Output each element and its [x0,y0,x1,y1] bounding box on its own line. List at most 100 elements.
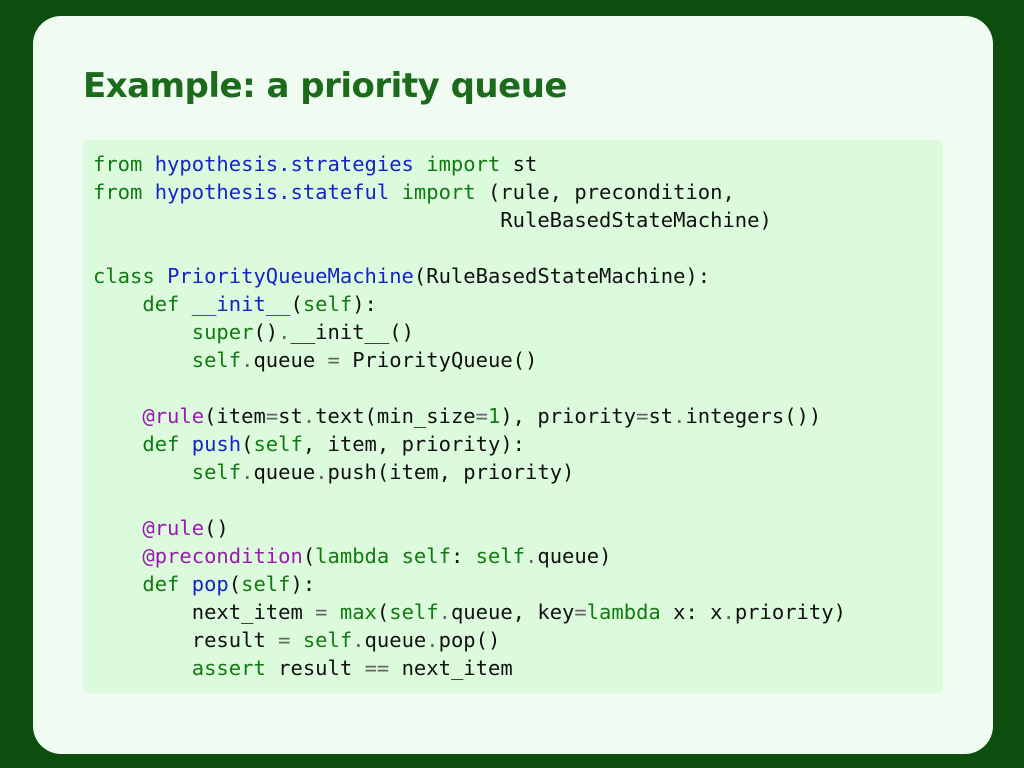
code-token: = [265,404,279,428]
code-line: def push(self, item, priority): [93,430,943,458]
code-token: import [426,152,501,176]
code-token: ( [290,292,303,316]
code-token: . [241,348,254,372]
code-token: queue) [537,544,612,568]
code-token: self [401,544,451,568]
code-token: queue, key [450,600,575,624]
code-token: pop [191,572,229,596]
code-token: ( [241,432,254,456]
code-token: result [93,628,279,652]
slide: Example: a priority queue from hypothesi… [33,16,993,754]
code-token: super [191,320,254,344]
code-token: 1 [487,404,501,428]
code-token: PriorityQueue() [339,348,538,372]
code-token: . [426,628,439,652]
code-token: self [191,348,242,372]
code-token: PriorityQueueMachine [167,264,414,288]
code-token: ( [228,572,242,596]
code-token: queue [253,460,316,484]
code-line: from hypothesis.strategies import st [93,150,943,178]
code-token: ): [352,292,377,316]
code-token: lambda [586,600,661,624]
code-token: pop() [438,628,501,652]
code-token: __init__ [191,292,291,316]
code-token: = [475,404,488,428]
code-token: . [352,628,365,652]
code-token: def [142,292,180,316]
code-line: RuleBasedStateMachine) [93,206,943,234]
code-token: from [93,180,143,204]
code-token: . [241,460,254,484]
code-token: st [648,404,674,428]
code-token: self [389,600,439,624]
code-token: import [401,180,476,204]
code-token: . [302,404,316,428]
code-token: (RuleBasedStateMachine): [413,264,711,288]
code-line: self.queue.push(item, priority) [93,458,943,486]
code-token: lambda [315,544,390,568]
code-line: from hypothesis.stateful import (rule, p… [93,178,943,206]
code-line: next_item = max(self.queue, key=lambda x… [93,598,943,626]
code-token: ): [290,572,316,596]
code-token: result [265,656,365,680]
code-token: ( [376,600,390,624]
code-line: def pop(self): [93,570,943,598]
code-token: = [327,348,340,372]
code-listing: from hypothesis.strategies import st from… [93,150,943,682]
code-line: def __init__(self): [93,290,943,318]
code-line: self.queue = PriorityQueue() [93,346,943,374]
code-token: priority) [734,600,846,624]
code-token: . [315,460,328,484]
code-token: next_item [389,656,513,680]
code-token: ), priority [500,404,637,428]
code-token: (rule, precondition, [475,180,735,204]
code-token: assert [191,656,266,680]
code-token: = [574,600,587,624]
code-token: text(min_size [315,404,476,428]
code-token: , item, priority): [302,432,526,456]
code-token: queue [253,348,328,372]
code-block: from hypothesis.strategies import st from… [83,140,943,693]
code-token: hypothesis.strategies [154,152,414,176]
code-token: = [315,600,328,624]
code-line: assert result == next_item [93,654,943,682]
code-token: push [191,432,242,456]
code-token: @precondition [142,544,303,568]
code-token: @rule [142,404,205,428]
code-token: st [500,152,538,176]
slide-title: Example: a priority queue [83,66,567,106]
code-token: . [525,544,538,568]
code-token: __init__() [290,320,414,344]
code-token: integers()) [685,404,822,428]
code-token: hypothesis.stateful [154,180,390,204]
code-line: @rule(item=st.text(min_size=1), priority… [93,402,943,430]
code-token: x: x [660,600,723,624]
code-token: = [636,404,649,428]
code-token: . [722,600,735,624]
code-token: st [278,404,303,428]
code-token: () [204,516,229,540]
code-token: def [142,432,180,456]
code-token: () [253,320,279,344]
code-line: @rule() [93,514,943,542]
code-token: push(item, priority) [327,460,575,484]
code-token: ( [302,544,316,568]
